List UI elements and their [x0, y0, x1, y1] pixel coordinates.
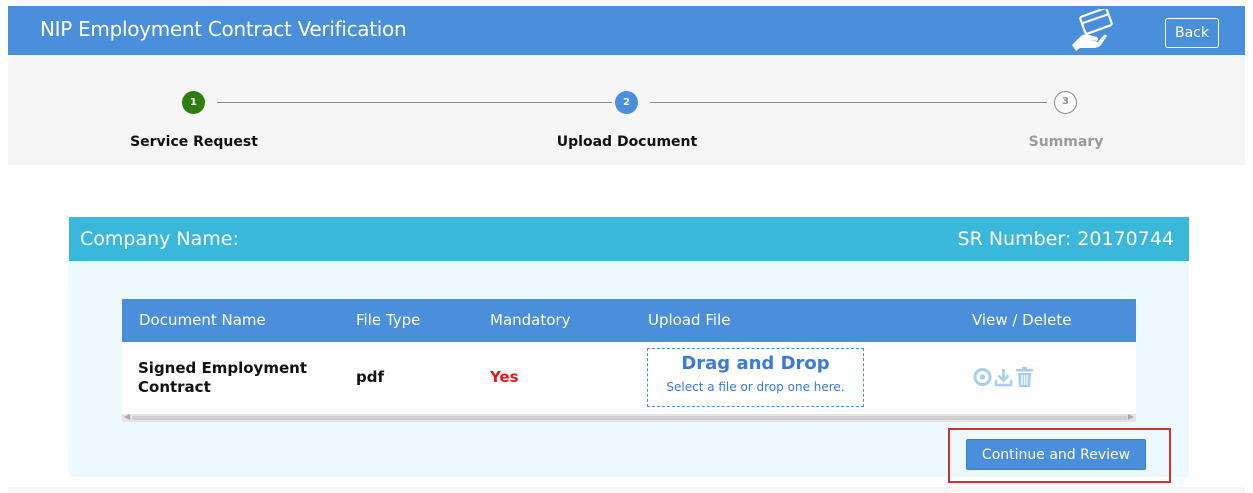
- column-header: View / Delete: [972, 311, 1072, 329]
- scrollbar-thumb[interactable]: [132, 416, 1127, 420]
- download-icon[interactable]: [994, 366, 1013, 388]
- step-1-label: Service Request: [130, 134, 258, 150]
- row-actions: [973, 366, 1034, 388]
- step-connector: [217, 102, 612, 103]
- continue-and-review-button[interactable]: Continue and Review: [966, 439, 1146, 470]
- column-header: Upload File: [648, 311, 731, 329]
- step-3-label: Summary: [1028, 134, 1104, 150]
- card-hand-icon: [1072, 9, 1113, 51]
- dropzone-hint: Select a file or drop one here.: [666, 380, 845, 394]
- documents-table: Document Name File Type Mandatory Upload…: [122, 299, 1136, 422]
- page-title: NIP Employment Contract Verification: [40, 17, 407, 41]
- horizontal-scrollbar[interactable]: ◀ ▶: [122, 412, 1136, 422]
- step-2-circle: 2: [615, 91, 638, 114]
- step-connector: [650, 102, 1047, 103]
- document-name: Signed Employment Contract: [138, 359, 307, 396]
- footer-bar: [8, 487, 1245, 493]
- column-header: File Type: [356, 311, 421, 329]
- step-1-circle: 1: [182, 91, 205, 114]
- back-button[interactable]: Back: [1165, 18, 1219, 48]
- column-header: Mandatory: [490, 311, 571, 329]
- upload-dropzone[interactable]: Drag and Drop Select a file or drop one …: [647, 348, 864, 407]
- step-3-circle: 3: [1054, 91, 1077, 114]
- delete-icon[interactable]: [1015, 366, 1034, 388]
- view-icon[interactable]: [973, 366, 992, 388]
- panel-header: Company Name: SR Number: 20170744: [69, 217, 1189, 261]
- company-name-label: Company Name:: [80, 228, 239, 250]
- column-header: Document Name: [139, 311, 266, 329]
- progress-stepper: 1 2 3 Service Request Upload Document Su…: [8, 55, 1245, 165]
- app-header: NIP Employment Contract Verification Bac…: [8, 6, 1245, 55]
- mandatory-value: Yes: [490, 368, 519, 386]
- scroll-right-icon[interactable]: ▶: [1128, 412, 1134, 421]
- highlight-box: Continue and Review: [948, 428, 1171, 483]
- table-header: Document Name File Type Mandatory Upload…: [122, 299, 1136, 342]
- file-type: pdf: [356, 368, 385, 386]
- dropzone-title: Drag and Drop: [681, 353, 830, 374]
- sr-number-label: SR Number: 20170744: [957, 228, 1174, 250]
- table-row: Signed Employment Contract pdf Yes Drag …: [122, 342, 1136, 414]
- step-2-label: Upload Document: [556, 134, 698, 150]
- scroll-left-icon[interactable]: ◀: [124, 412, 130, 421]
